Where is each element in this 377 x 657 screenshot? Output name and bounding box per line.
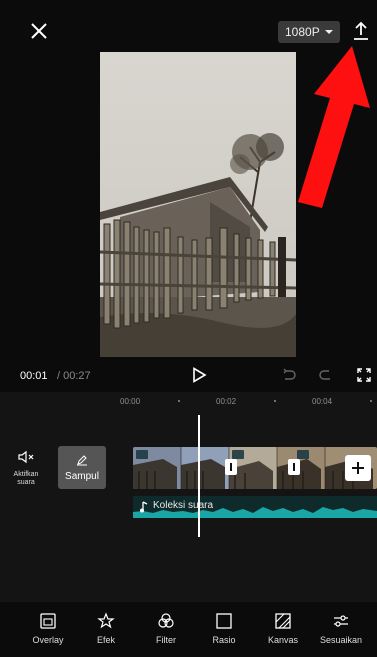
ruler-label: 00:02 bbox=[216, 397, 237, 406]
ratio-icon bbox=[216, 613, 232, 629]
toolbar-label: Overlay bbox=[32, 635, 64, 645]
current-time: 00:01 bbox=[20, 370, 48, 382]
effects-icon bbox=[97, 612, 115, 629]
toolbar-effects[interactable]: Efek bbox=[76, 612, 136, 645]
annotation-arrow bbox=[270, 40, 377, 210]
video-clip-strip[interactable] bbox=[133, 447, 377, 489]
transition-button[interactable] bbox=[225, 459, 237, 475]
toolbar-canvas[interactable]: Kanvas bbox=[253, 612, 313, 645]
ruler-tick bbox=[370, 400, 372, 402]
close-icon[interactable] bbox=[28, 20, 50, 42]
filter-icon bbox=[158, 613, 174, 628]
enable-audio-button[interactable]: Aktifkan suara bbox=[8, 450, 44, 492]
add-clip-button[interactable] bbox=[345, 455, 371, 481]
export-icon[interactable] bbox=[350, 20, 372, 42]
speaker-mute-icon bbox=[18, 450, 34, 464]
toolbar-label: Efek bbox=[96, 635, 115, 645]
cover-button[interactable]: Sampul bbox=[58, 446, 106, 489]
toolbar-adjust[interactable]: Sesuaikan bbox=[311, 612, 371, 645]
ruler-tick bbox=[178, 400, 180, 402]
undo-icon[interactable] bbox=[282, 368, 296, 382]
total-time: / 00:27 bbox=[57, 370, 91, 382]
enable-audio-label: Aktifkan suara bbox=[13, 471, 39, 486]
overlay-icon bbox=[40, 613, 56, 629]
canvas-icon bbox=[275, 613, 291, 629]
play-icon[interactable] bbox=[191, 367, 207, 383]
redo-icon[interactable] bbox=[319, 368, 333, 382]
ruler-tick bbox=[274, 400, 276, 402]
fullscreen-icon[interactable] bbox=[357, 368, 371, 382]
transition-button[interactable] bbox=[288, 459, 300, 475]
chevron-down-icon bbox=[325, 30, 333, 34]
toolbar-overlay[interactable]: Overlay bbox=[18, 612, 78, 645]
audio-track-label: Koleksi suara bbox=[153, 500, 214, 511]
pencil-icon bbox=[77, 455, 87, 466]
toolbar-label: Filter bbox=[156, 635, 176, 645]
cover-label: Sampul bbox=[65, 471, 99, 482]
video-preview[interactable] bbox=[100, 52, 296, 357]
music-note-icon bbox=[139, 500, 149, 513]
resolution-label: 1080P bbox=[285, 25, 320, 39]
playhead[interactable] bbox=[198, 415, 200, 537]
toolbar-label: Rasio bbox=[212, 635, 236, 645]
toolbar-filter[interactable]: Filter bbox=[136, 612, 196, 645]
ruler-label: 00:04 bbox=[312, 397, 333, 406]
ruler-label: 00:00 bbox=[120, 397, 141, 406]
toolbar-label: Kanvas bbox=[267, 635, 299, 645]
adjust-icon bbox=[334, 615, 348, 627]
toolbar-ratio[interactable]: Rasio bbox=[194, 612, 254, 645]
toolbar-label: Sesuaikan bbox=[319, 635, 363, 645]
